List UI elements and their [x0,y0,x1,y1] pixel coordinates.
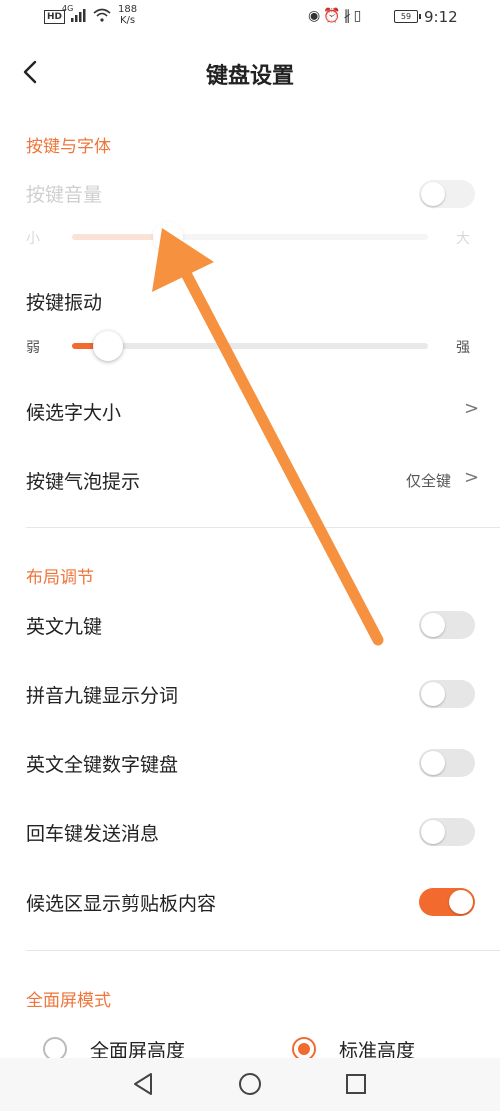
circle-home-icon[interactable] [238,1072,262,1096]
volume-max-label: 大 [456,231,470,247]
page-title: 键盘设置 [205,64,294,89]
vibration-max-label: 强 [456,340,470,356]
layout-item-label: 拼音九键显示分词 [26,685,179,707]
divider [26,527,500,528]
english-nine-key-toggle[interactable] [419,611,475,639]
network-speed: 188 K/s [118,4,138,26]
eye-alarm-bluetooth-vibrate-icons: ◉⏰∦▯ [308,8,365,24]
chevron-right-icon: > [464,467,480,488]
slider-thumb[interactable] [92,331,123,361]
vibration-min-label: 弱 [26,340,40,356]
divider [26,950,500,951]
key-volume-toggle[interactable] [419,180,475,208]
candidate-size-label: 候选字大小 [26,402,122,424]
candidate-size-row[interactable]: 候选字大小 [26,398,476,425]
status-bar: HD 4G 188 K/s ◉⏰∦▯ 59 9:12 [0,0,500,36]
english-full-key-numpad-toggle[interactable] [419,749,475,777]
toggle-knob [421,682,445,706]
toggle-knob [421,820,445,844]
navigation-bar [0,1058,500,1111]
section-title-fullscreen: 全面屏模式 [26,991,111,1011]
volume-min-label: 小 [26,231,40,247]
layout-item-label: 英文九键 [26,616,103,638]
slider-thumb[interactable] [153,222,184,252]
key-bubble-label: 按键气泡提示 [26,471,141,493]
toggle-knob [421,182,445,206]
battery-icon: 59 [394,10,421,23]
clock: 9:12 [424,8,458,26]
toggle-knob [421,613,445,637]
key-volume-slider[interactable] [72,222,428,252]
pinyin-nine-key-segment-toggle[interactable] [419,680,475,708]
layout-item-label: 英文全键数字键盘 [26,754,179,776]
toggle-knob [449,890,473,914]
wifi-icon [93,8,111,22]
key-vibration-slider[interactable] [72,331,428,361]
section-title-keys-fonts: 按键与字体 [26,137,111,157]
section-title-layout: 布局调节 [26,568,94,588]
triangle-back-icon[interactable] [132,1072,154,1096]
toggle-knob [421,751,445,775]
key-bubble-value: 仅全键 [406,472,452,490]
annotation-arrow-icon [152,228,384,646]
layout-item-label: 候选区显示剪贴板内容 [26,893,217,915]
key-vibration-label: 按键振动 [26,292,103,314]
enter-send-message-toggle[interactable] [419,818,475,846]
clipboard-candidate-toggle[interactable] [419,888,475,916]
signal-icon [71,9,86,22]
square-recents-icon[interactable] [345,1073,367,1095]
layout-item-label: 回车键发送消息 [26,823,160,845]
chevron-right-icon: > [464,398,480,419]
key-volume-label: 按键音量 [26,184,103,206]
